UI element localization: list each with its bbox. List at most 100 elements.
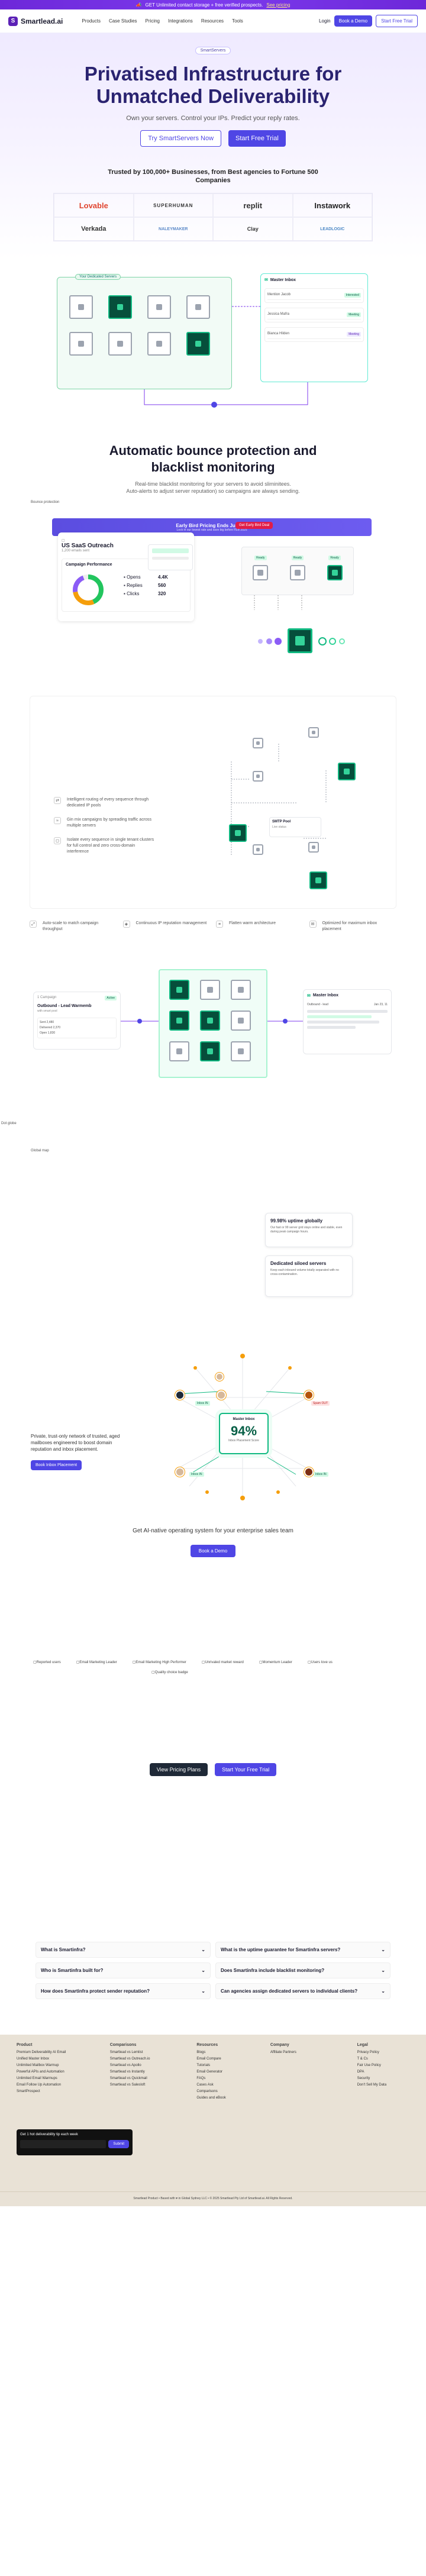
footer-link[interactable]: SmartProspect xyxy=(17,2090,102,2093)
faq-item[interactable]: Can agencies assign dedicated servers to… xyxy=(215,1983,390,1999)
uptime-body: Our fast or 99 server grid stays online … xyxy=(270,1226,343,1234)
badge-quality-choice: ▢Quality choice badge xyxy=(151,1671,188,1674)
footer-link[interactable]: Don't Sell My Data xyxy=(357,2083,409,2087)
network-tag: Inbox IN xyxy=(195,1401,210,1406)
footer-link[interactable]: FAQs xyxy=(196,2077,262,2080)
logo-verkada: Verkada xyxy=(54,217,134,241)
login-link[interactable]: Login xyxy=(319,18,331,24)
logo-replit: replit xyxy=(213,193,293,217)
newsletter-submit-button[interactable]: Submit xyxy=(108,2140,129,2148)
trusted-line1: Trusted by 100,000+ Businesses, from Bes… xyxy=(108,169,318,176)
faq-item[interactable]: What is the uptime guarantee for Smartin… xyxy=(215,1942,390,1958)
final-trial-button[interactable]: Start Your Free Trial xyxy=(215,1763,277,1776)
faq-item[interactable]: What is Smartinfra? ⌄ xyxy=(36,1942,211,1958)
chevron-down-icon: ⌄ xyxy=(201,1968,205,1973)
try-smartservers-button[interactable]: Try SmartServers Now xyxy=(140,130,222,147)
hub-value: 94% xyxy=(230,1423,257,1438)
faq-item[interactable]: Who is Smartinfra built for? ⌄ xyxy=(36,1962,211,1978)
top-nav: S Smartlead.ai Products Case Studies Pri… xyxy=(0,9,426,33)
footer-link[interactable]: Email Generator xyxy=(196,2070,262,2074)
chevron-down-icon: ⌄ xyxy=(201,1989,205,1994)
footer-link[interactable]: Guides and eBook xyxy=(196,2096,262,2100)
nav-link-resources[interactable]: Resources xyxy=(201,18,224,24)
siloed-servers-card: Dedicated siloed servers Keep each inbou… xyxy=(265,1255,353,1297)
nav-link-products[interactable]: Products xyxy=(82,18,101,24)
footer-link[interactable]: Tutorials xyxy=(196,2064,262,2067)
newsletter-box: Get 1 hot deliverability tip each week S… xyxy=(17,2129,133,2155)
book-demo-button[interactable]: Book a Demo xyxy=(334,15,373,27)
footer-link[interactable]: Privacy Policy xyxy=(357,2051,409,2054)
footer-link[interactable]: Blogs xyxy=(196,2051,262,2054)
footer-link[interactable]: DPA xyxy=(357,2070,409,2074)
faq-item[interactable]: Does Smartinfra include blacklist monito… xyxy=(215,1962,390,1978)
network-section: Private, trust-only network of trusted, … xyxy=(0,1332,426,1510)
start-trial-button[interactable]: Start Free Trial xyxy=(376,15,418,27)
network-lines xyxy=(177,1354,309,1500)
announcement-link[interactable]: See pricing xyxy=(266,2,290,8)
hub-title: Master Inbox xyxy=(233,1418,255,1421)
footer-link[interactable]: Smartlead vs Instantly xyxy=(110,2070,189,2074)
footer-link[interactable]: T & Cs xyxy=(357,2057,409,2061)
footer-bottom: Smartlead Product • Based with ♥ in Glob… xyxy=(0,2191,426,2200)
footer-link[interactable]: Smartlead vs Quickmail xyxy=(110,2077,189,2080)
bounce-title-line2: blacklist monitoring xyxy=(151,460,275,474)
server-icon xyxy=(309,871,327,889)
award-badges: ▢Reported users ▢Email Marketing Leader … xyxy=(0,1660,426,1674)
footer-link[interactable]: Unlimited Email Warmups xyxy=(17,2077,102,2080)
badge-momentum: ▢Momentum Leader xyxy=(259,1661,292,1664)
campaign-flow-lines xyxy=(121,1019,303,1024)
footer-link[interactable]: Email Follow Up Automation xyxy=(17,2083,102,2087)
nav-link-pricing[interactable]: Pricing xyxy=(146,18,160,24)
bounce-diagram: Bounce protection Early Bird Pricing End… xyxy=(0,495,426,690)
servers-diagram: Your Dedicated Servers ✉ Master Inbox Me… xyxy=(0,271,426,419)
megaphone-icon: 📣 xyxy=(135,2,142,8)
footer-link[interactable]: Security xyxy=(357,2077,409,2080)
footer-link[interactable]: Affiliate Partners xyxy=(270,2051,349,2054)
footer-link[interactable]: Powerful APIs and Automation xyxy=(17,2070,102,2074)
enterprise-demo-button[interactable]: Book a Demo xyxy=(190,1545,236,1557)
footer-link[interactable]: Smartlead vs Lemlist xyxy=(110,2051,189,2054)
logo-clay: Clay xyxy=(213,217,293,241)
brand-logo-icon: S xyxy=(8,16,18,26)
final-cta: View Pricing Plans Start Your Free Trial xyxy=(0,1763,426,1776)
uptime-card: 99.98% uptime globally Our fast or 99 se… xyxy=(265,1213,353,1247)
footer-link[interactable]: Unified Master Inbox xyxy=(17,2057,102,2061)
newsletter-email-input[interactable] xyxy=(20,2140,106,2148)
footer-link[interactable]: Smartlead vs Apollo xyxy=(110,2064,189,2067)
capability-item: ✉ Optimized for maximum inbox placement xyxy=(309,921,397,932)
server-icon xyxy=(253,844,263,855)
hero-title: Privatised Infrastructure for Unmatched … xyxy=(24,63,402,108)
logo-instawork: Instawork xyxy=(292,193,372,217)
routing-section: ⇄ Intelligent routing of every sequence t… xyxy=(30,696,396,909)
footer-link[interactable]: Fair Use Policy xyxy=(357,2064,409,2067)
hero-title-line1: Privatised Infrastructure for xyxy=(84,63,342,85)
smtp-pool-card: SMTP Pool Live status xyxy=(269,817,321,837)
hero-trial-button[interactable]: Start Free Trial xyxy=(228,130,286,147)
nav-link-tools[interactable]: Tools xyxy=(232,18,243,24)
view-pricing-button[interactable]: View Pricing Plans xyxy=(149,1763,208,1776)
footer-link[interactable]: Comparisons xyxy=(196,2090,262,2093)
footer-link[interactable]: Email Compare xyxy=(196,2057,262,2061)
footer-link[interactable]: Cases Ask xyxy=(196,2083,262,2087)
brand-logo[interactable]: S Smartlead.ai xyxy=(8,16,63,26)
avatar xyxy=(304,1390,314,1400)
badge-email-leader: ▢Email Marketing Leader xyxy=(76,1661,117,1664)
nav-link-integrations[interactable]: Integrations xyxy=(168,18,193,24)
routing-network xyxy=(231,744,327,856)
hero-section: SmartServers Privatised Infrastructure f… xyxy=(0,33,426,259)
scale-icon: ⤢ xyxy=(30,921,37,928)
footer-link[interactable]: Smartlead vs Salesloft xyxy=(110,2083,189,2087)
network-tag: Inbox IN xyxy=(189,1472,204,1477)
footer-link[interactable]: Unlimited Mailbox Warmup xyxy=(17,2064,102,2067)
footer-link[interactable]: Premium Deliverability AI Email xyxy=(17,2051,102,2054)
faq-item[interactable]: How does Smartinfra protect sender reput… xyxy=(36,1983,211,1999)
avatar xyxy=(175,1467,185,1477)
nav-link-case-studies[interactable]: Case Studies xyxy=(109,18,137,24)
bounce-connectors xyxy=(254,595,345,645)
enterprise-cta: Get AI-native operating system for your … xyxy=(0,1528,426,1557)
footer-link[interactable]: Smartlead vs Outreach.io xyxy=(110,2057,189,2061)
announcement-text: GET Unlimited contact storage + free ver… xyxy=(145,2,263,8)
faq-list: What is Smartinfra? ⌄ What is the uptime … xyxy=(0,1942,426,1999)
brand-name: Smartlead.ai xyxy=(21,17,63,25)
layers-icon: ≡ xyxy=(216,921,223,928)
